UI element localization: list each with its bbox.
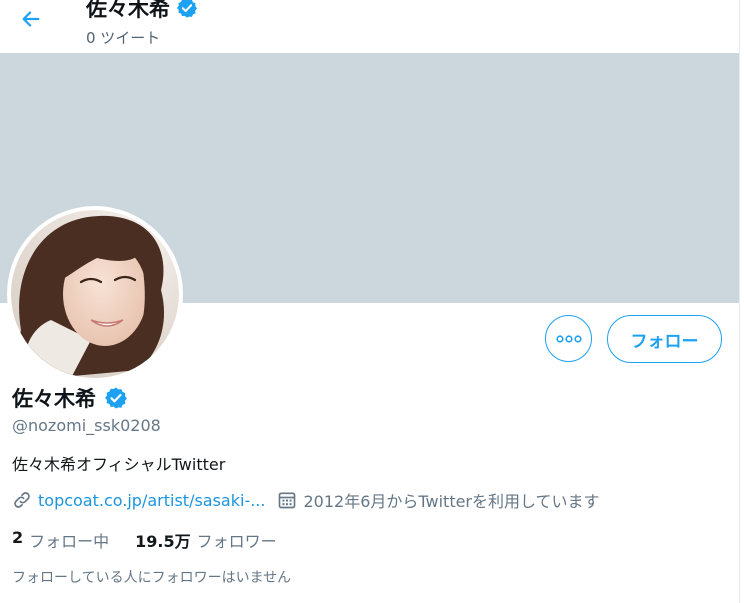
column-border — [739, 0, 740, 603]
verified-badge-icon — [105, 387, 127, 409]
more-options-icon — [555, 334, 582, 343]
website-link[interactable]: topcoat.co.jp/artist/sasaki-... — [38, 491, 265, 510]
avatar[interactable] — [7, 206, 183, 382]
profile-handle: @nozomi_ssk0208 — [12, 416, 161, 435]
calendar-icon — [279, 492, 296, 509]
known-followers-text: フォローしている人にフォロワーはいません — [12, 570, 292, 586]
profile-meta: topcoat.co.jp/artist/sasaki-... 2012年6月か… — [12, 488, 600, 512]
profile-header: 佐々木希 0 ツイート — [0, 0, 739, 53]
follow-button[interactable]: フォロー — [607, 315, 722, 363]
joined-text: 2012年6月からTwitterを利用しています — [303, 492, 600, 511]
tweet-count: 0 ツイート — [86, 29, 161, 47]
more-options-button[interactable] — [545, 315, 592, 362]
followers-label: フォロワー — [196, 532, 277, 551]
profile-name: 佐々木希 — [12, 387, 96, 411]
back-button[interactable] — [14, 4, 48, 34]
follow-stats: 2 フォロー中 19.5万 フォロワー — [12, 528, 277, 552]
avatar-photo — [11, 210, 179, 378]
profile-bio: 佐々木希オフィシャルTwitter — [12, 455, 226, 474]
joined-date: 2012年6月からTwitterを利用しています — [277, 488, 600, 512]
following-link[interactable]: 2 フォロー中 — [12, 528, 109, 552]
header-title-row: 佐々木希 — [86, 0, 198, 23]
following-label: フォロー中 — [29, 532, 110, 551]
following-count: 2 — [12, 528, 24, 547]
link-icon — [14, 492, 30, 508]
profile-name-row: 佐々木希 — [12, 383, 128, 413]
header-title: 佐々木希 — [86, 0, 170, 21]
followers-link[interactable]: 19.5万 フォロワー — [135, 528, 277, 552]
verified-badge-icon — [177, 0, 197, 18]
arrow-left-icon — [22, 11, 40, 27]
followers-count: 19.5万 — [135, 532, 191, 551]
